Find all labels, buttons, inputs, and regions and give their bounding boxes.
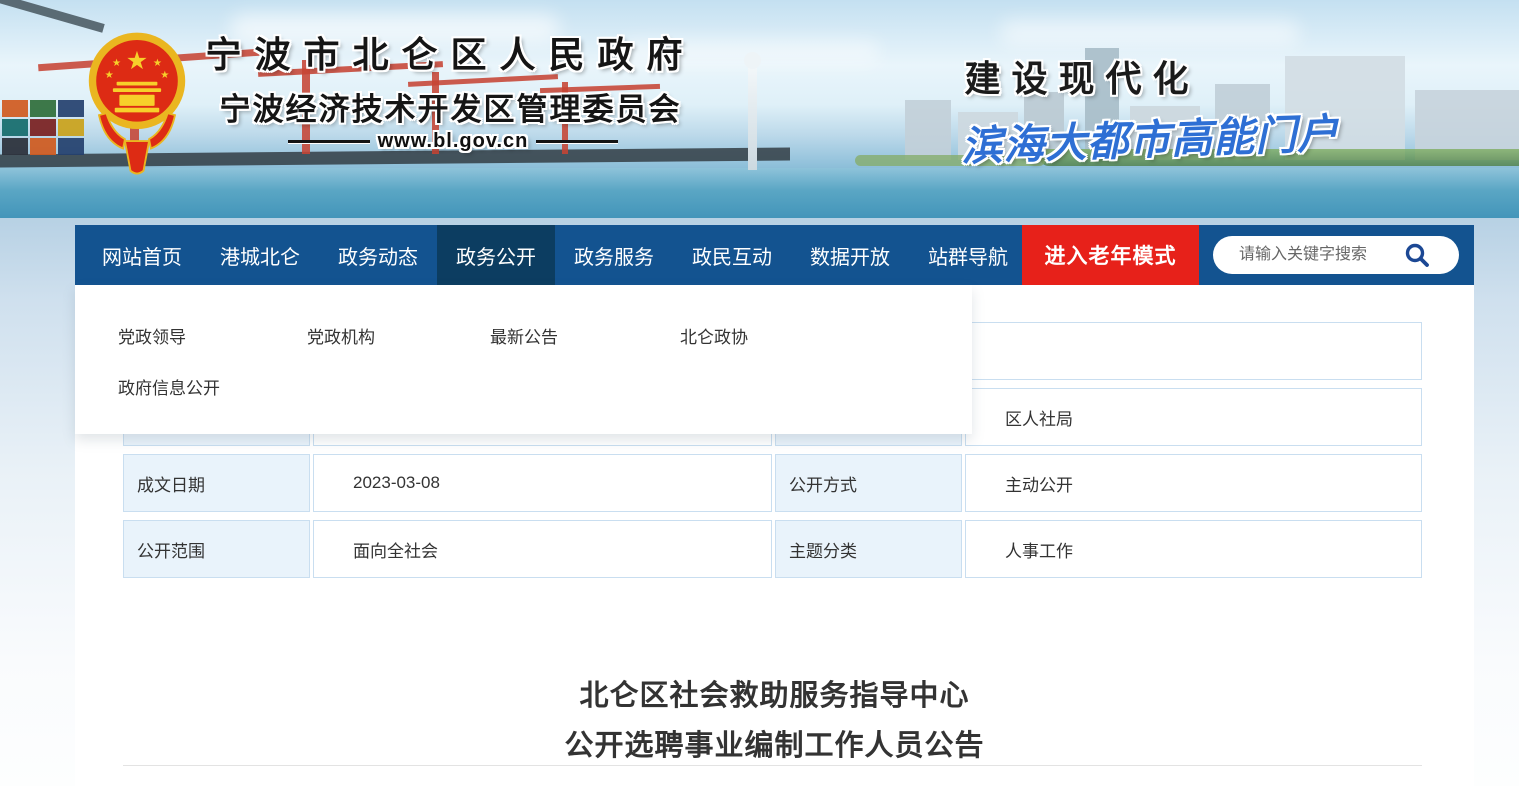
dropdown-item-beilun-cppcc[interactable]: 北仑政协 <box>680 323 748 348</box>
container-graphic <box>2 100 28 117</box>
container-graphic <box>58 138 84 155</box>
info-value-open-scope: 面向全社会 <box>313 520 772 578</box>
site-banner: ★ ★ ★ ★ ★ 宁波市北仑区人民政府 宁波经济技术开发区管理委员会 www.… <box>0 0 1519 218</box>
banner-slogan-line1: 建设现代化 <box>912 50 1252 102</box>
search-input[interactable] <box>1237 245 1401 265</box>
document-title: 北仑区社会救助服务指导中心 公开选聘事业编制工作人员公告 <box>75 671 1474 771</box>
tv-tower-graphic <box>748 60 757 170</box>
info-value-topic-category: 人事工作 <box>965 520 1422 578</box>
nav-item-site-group-nav[interactable]: 站群导航 <box>909 225 1027 285</box>
nav-item-gov-services[interactable]: 政务服务 <box>555 225 673 285</box>
container-graphic <box>30 138 56 155</box>
nav-item-open-data[interactable]: 数据开放 <box>791 225 909 285</box>
sea-graphic <box>0 168 1519 218</box>
site-url: www.bl.gov.cn <box>378 130 529 153</box>
main-navigation: 网站首页 港城北仑 政务动态 政务公开 政务服务 政民互动 数据开放 站群导航 … <box>75 225 1474 285</box>
document-title-line2: 公开选聘事业编制工作人员公告 <box>75 721 1474 771</box>
container-graphic <box>2 138 28 155</box>
tv-tower-graphic <box>744 52 761 69</box>
title-divider <box>123 765 1422 766</box>
cloud-graphic <box>1000 20 1300 46</box>
container-graphic <box>58 100 84 117</box>
dropdown-item-party-gov-orgs[interactable]: 党政机构 <box>307 323 375 348</box>
container-graphic <box>30 119 56 136</box>
nav-items: 网站首页 港城北仑 政务动态 政务公开 政务服务 政民互动 数据开放 站群导航 <box>83 225 1027 285</box>
container-graphic <box>30 100 56 117</box>
info-label-topic-category: 主题分类 <box>775 520 962 578</box>
elder-mode-button[interactable]: 进入老年模式 <box>1022 225 1199 285</box>
container-graphic <box>2 119 28 136</box>
url-divider-line <box>288 140 370 143</box>
nav-item-home[interactable]: 网站首页 <box>83 225 201 285</box>
url-divider-line <box>536 140 618 143</box>
site-url-row: www.bl.gov.cn <box>288 130 618 153</box>
site-title-line2: 宁波经济技术开发区管理委员会 <box>198 84 703 129</box>
info-value-doc-date: 2023-03-08 <box>313 454 772 512</box>
nav-item-gov-news[interactable]: 政务动态 <box>319 225 437 285</box>
nav-item-port-city-beilun[interactable]: 港城北仑 <box>201 225 319 285</box>
svg-text:★: ★ <box>112 58 121 69</box>
svg-text:★: ★ <box>105 70 114 81</box>
search-icon[interactable] <box>1403 241 1431 269</box>
nav-dropdown-panel: 党政领导 党政机构 最新公告 北仑政协 政府信息公开 <box>75 285 972 434</box>
nav-item-public-interaction[interactable]: 政民互动 <box>673 225 791 285</box>
dropdown-item-gov-info-disclosure[interactable]: 政府信息公开 <box>118 374 220 399</box>
info-value-open-method: 主动公开 <box>965 454 1422 512</box>
nav-item-gov-disclosure[interactable]: 政务公开 <box>437 225 555 285</box>
dropdown-item-party-gov-leaders[interactable]: 党政领导 <box>118 323 186 348</box>
info-value-issuing-agency: 区人社局 <box>965 388 1422 446</box>
info-label-doc-date: 成文日期 <box>123 454 310 512</box>
info-label-open-method: 公开方式 <box>775 454 962 512</box>
dropdown-item-latest-announcements[interactable]: 最新公告 <box>490 323 558 348</box>
info-value <box>965 322 1422 380</box>
site-title-line1: 宁波市北仑区人民政府 <box>198 26 703 78</box>
container-graphic <box>58 119 84 136</box>
svg-text:★: ★ <box>153 58 162 69</box>
china-national-emblem-icon: ★ ★ ★ ★ ★ <box>86 28 188 180</box>
document-title-line1: 北仑区社会救助服务指导中心 <box>75 671 1474 721</box>
search-box[interactable] <box>1213 236 1459 274</box>
info-label-open-scope: 公开范围 <box>123 520 310 578</box>
svg-text:★: ★ <box>160 70 169 81</box>
svg-text:★: ★ <box>126 47 148 75</box>
